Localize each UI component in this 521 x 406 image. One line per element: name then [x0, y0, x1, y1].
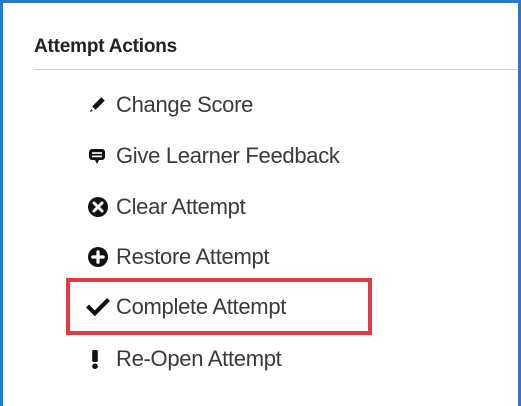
times-circle-icon: [86, 195, 116, 219]
restore-attempt-label: Restore Attempt: [116, 244, 270, 269]
exclamation-icon: [86, 347, 116, 371]
attempt-actions-panel: Attempt Actions Change Score Give Learne…: [0, 0, 521, 406]
clear-attempt-action[interactable]: Clear Attempt: [86, 190, 246, 224]
give-learner-feedback-label: Give Learner Feedback: [116, 143, 340, 168]
give-learner-feedback-action[interactable]: Give Learner Feedback: [86, 139, 340, 173]
change-score-label: Change Score: [116, 92, 254, 117]
panel-title: Attempt Actions: [34, 36, 178, 57]
complete-attempt-highlight: [66, 278, 372, 335]
restore-attempt-action[interactable]: Restore Attempt: [86, 240, 270, 274]
re-open-attempt-action[interactable]: Re-Open Attempt: [86, 342, 282, 376]
comment-icon: [86, 144, 116, 168]
re-open-attempt-label: Re-Open Attempt: [116, 346, 282, 371]
change-score-action[interactable]: Change Score: [86, 88, 253, 122]
plus-circle-icon: [86, 245, 116, 269]
title-divider: [34, 69, 517, 70]
pencil-icon: [86, 93, 116, 117]
clear-attempt-label: Clear Attempt: [116, 194, 246, 219]
